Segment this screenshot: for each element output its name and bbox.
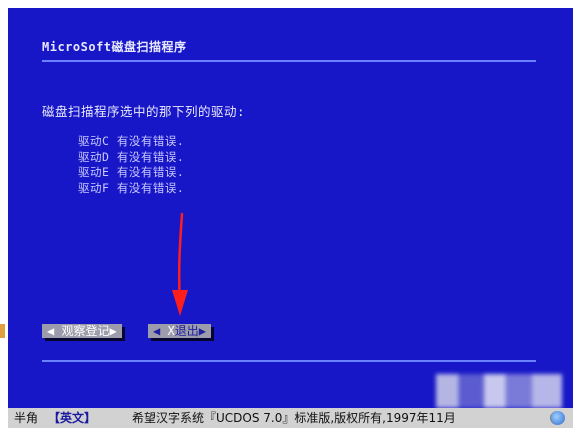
scan-prompt: 磁盘扫描程序选中的那下列的驱动: [42,104,246,119]
drive-d-status: 驱动D 有没有错误. [78,149,185,164]
exit-open-bracket: ◀ [153,324,168,338]
drive-list: 驱动C 有没有错误. 驱动D 有没有错误. 驱动E 有没有错误. 驱动F 有没有… [78,134,184,196]
dos-screen: MicroSoft磁盘扫描程序 磁盘扫描程序选中的那下列的驱动: 驱动C 有没有… [8,8,573,408]
input-mode[interactable]: 半角 [14,408,38,428]
red-arrow-down-icon [172,212,188,316]
exit-button[interactable]: ◀ X退出▶ [148,324,211,338]
blurred-watermark [436,374,562,408]
drive-e-status: 驱动E 有没有错误. [78,165,185,179]
program-title: MicroSoft磁盘扫描程序 [42,40,187,54]
exit-hotkey: X [167,324,175,338]
left-edge-marker [0,324,5,338]
drive-f-status: 驱动F 有没有错误. [78,180,185,195]
bottom-divider [42,360,536,362]
top-divider [42,60,536,62]
status-bar: 半角 【英文】 希望汉字系统『UCDOS 7.0』标准版,版权所有,1997年1… [8,408,573,428]
globe-icon[interactable] [550,411,565,425]
drive-c-status: 驱动C 有没有错误. [78,134,185,148]
input-language[interactable]: 【英文】 [48,408,96,428]
observe-log-button[interactable]: ◀ 观察登记▶ [42,324,122,338]
exit-label: 退出▶ [174,324,206,338]
system-info: 希望汉字系统『UCDOS 7.0』标准版,版权所有,1997年11月 [132,411,456,425]
